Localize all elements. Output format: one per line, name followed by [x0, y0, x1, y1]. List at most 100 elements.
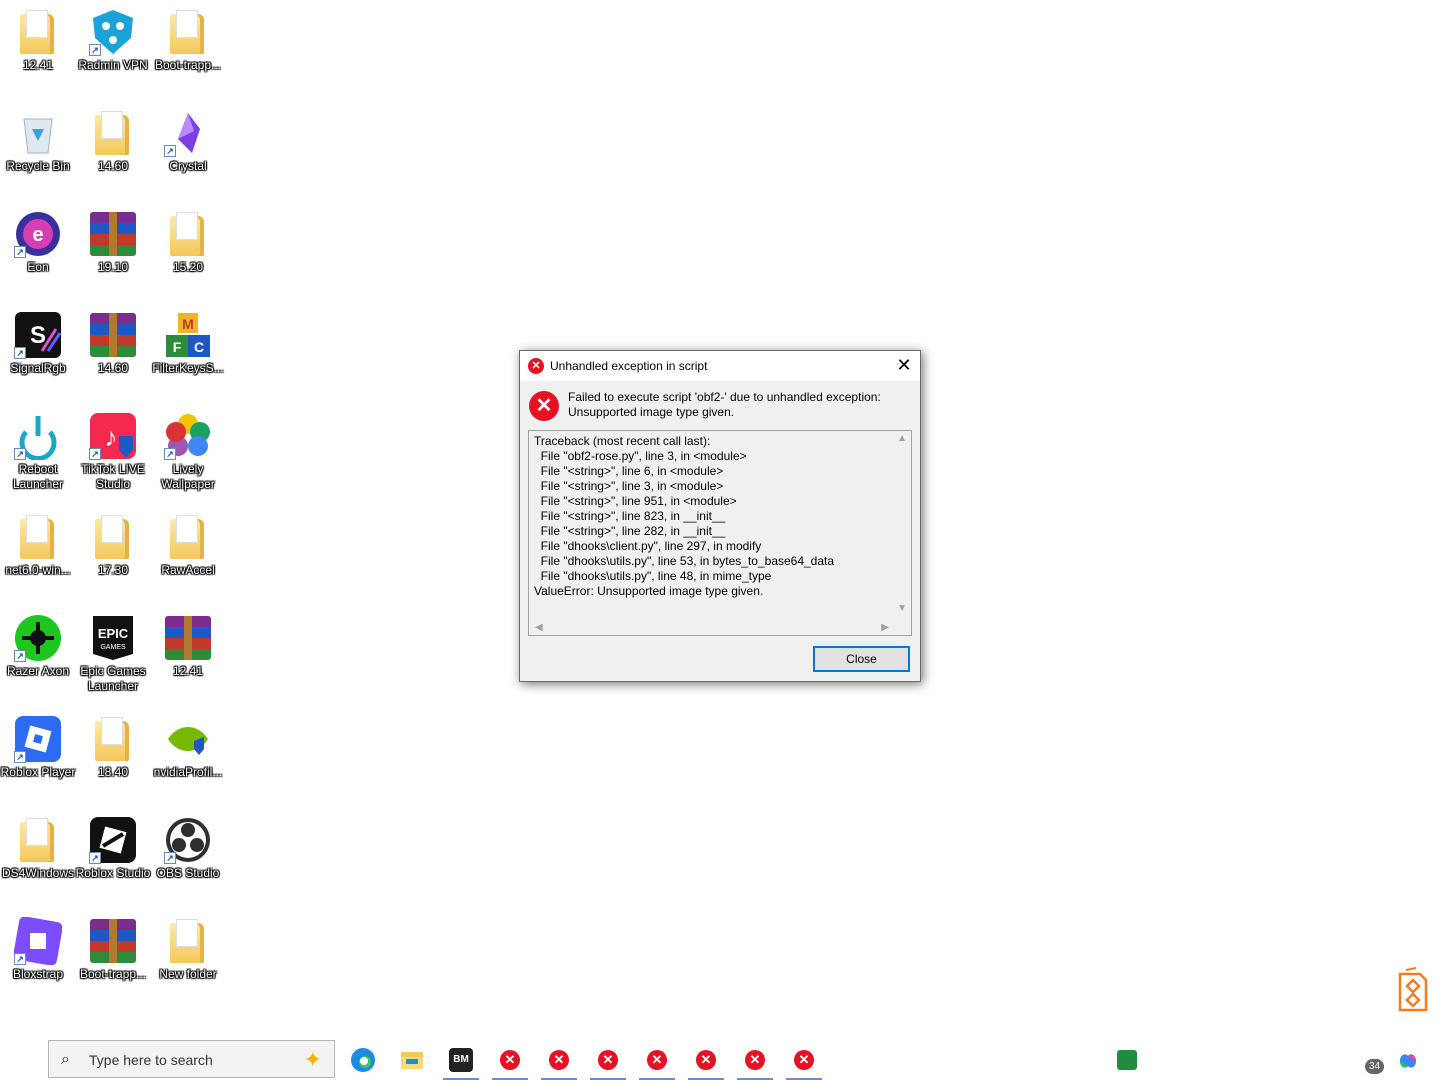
desktop-icon[interactable]: 15.20	[150, 210, 226, 275]
search-icon: ⌕	[61, 1051, 70, 1068]
desktop-icon[interactable]: 14.60	[75, 311, 151, 376]
dialog-titlebar[interactable]: ✕ Unhandled exception in script ✕	[520, 351, 920, 381]
desktop-icon-label: Crystal	[169, 159, 207, 173]
file-explorer-icon[interactable]	[392, 1042, 432, 1078]
desktop-icon[interactable]: 19.10	[75, 210, 151, 275]
desktop-icon[interactable]: M F C FilterKeysS...	[150, 311, 226, 376]
desktop-icon-label: Radmin VPN	[78, 58, 148, 72]
desktop-icon-label: Boot-trapp...	[154, 58, 222, 72]
desktop-icon[interactable]: ♪ ↗ TikTok LIVE Studio	[75, 412, 151, 492]
desktop-icon[interactable]: S ↗ SignalRgb	[0, 311, 76, 376]
scroll-right-icon[interactable]: ▶	[881, 622, 889, 633]
notification-count-badge[interactable]: 34	[1365, 1059, 1384, 1074]
desktop-icon-label: Lively Wallpaper	[161, 462, 215, 491]
desktop-icon[interactable]: DS4Windows	[0, 816, 76, 881]
copilot-icon[interactable]	[1388, 1042, 1428, 1078]
traceback-text: Traceback (most recent call last): File …	[534, 434, 835, 598]
desktop-icon[interactable]: nvidiaProfil...	[150, 715, 226, 780]
desktop-icon-label: New folder	[159, 967, 217, 981]
desktop-icon[interactable]: ↗ Razer Axon	[0, 614, 76, 679]
desktop-icon[interactable]: ↗ OBS Studio	[150, 816, 226, 881]
folder-icon	[89, 109, 137, 157]
scroll-down-icon[interactable]: ▼	[897, 603, 907, 614]
error-icon: ✕	[529, 391, 559, 421]
desktop-icon[interactable]: ↗ Crystal	[150, 109, 226, 174]
search-box[interactable]: ⌕ Type here to search ✦	[48, 1040, 335, 1078]
svg-text:F: F	[173, 339, 182, 355]
error-window-taskbar-button[interactable]: ✕	[686, 1042, 726, 1080]
scroll-up-icon[interactable]: ▲	[897, 433, 907, 444]
scroll-left-icon[interactable]: ◀	[535, 622, 543, 633]
desktop-icon[interactable]: New folder	[150, 917, 226, 982]
dialog-title: Unhandled exception in script	[550, 359, 708, 373]
signalrgb-icon: S ↗	[14, 311, 62, 359]
folder-icon	[164, 8, 212, 56]
traceback-box[interactable]: Traceback (most recent call last): File …	[528, 430, 912, 636]
error-icon: ✕	[647, 1050, 667, 1070]
desktop-icon[interactable]: ↗ Bloxstrap	[0, 916, 76, 982]
desktop-icon-label: Roblox Player	[0, 765, 76, 779]
green-app-icon[interactable]	[1107, 1042, 1147, 1078]
reboot-launcher-icon: ↗	[14, 412, 62, 462]
error-icon: ✕	[696, 1050, 716, 1070]
desktop-icon[interactable]: ↗ Roblox Studio	[75, 816, 151, 881]
desktop-icon[interactable]: 12.41	[150, 614, 226, 679]
desktop-icon-label: FilterKeysS...	[152, 361, 224, 375]
radmin-vpn-icon: ↗	[89, 8, 137, 56]
desktop-icon[interactable]: Boot-trapp...	[75, 917, 151, 982]
desktop-icon[interactable]: e ↗ Eon	[0, 210, 76, 275]
folder-icon	[14, 816, 62, 864]
edge-icon[interactable]	[343, 1042, 383, 1078]
desktop-icon-label: DS4Windows	[1, 866, 75, 880]
desktop-icon[interactable]: net6.0-win...	[0, 513, 76, 578]
app-notification-icon[interactable]	[1396, 966, 1430, 1012]
folder-icon	[164, 917, 212, 965]
desktop-icon[interactable]: 14.60	[75, 109, 151, 174]
desktop-icon-label: Razer Axon	[6, 664, 70, 678]
error-window-taskbar-button[interactable]: ✕	[637, 1042, 677, 1080]
desktop-icon-label: 17.30	[97, 563, 129, 577]
svg-text:C: C	[194, 339, 204, 355]
bm-app-icon[interactable]: BM	[441, 1042, 481, 1080]
svg-text:GAMES: GAMES	[100, 644, 126, 651]
error-icon: ✕	[500, 1050, 520, 1070]
desktop-icon-label: TikTok LIVE Studio	[81, 462, 145, 491]
filterkeys-icon: MFC	[164, 311, 212, 359]
desktop-icon[interactable]: Recycle Bin	[0, 109, 76, 174]
error-message: Failed to execute script 'obf2-' due to …	[568, 390, 881, 420]
error-window-taskbar-button[interactable]: ✕	[539, 1042, 579, 1080]
desktop-icon[interactable]: EPIC GAMES Epic Games Launcher	[75, 614, 151, 694]
winrar-icon	[89, 210, 137, 258]
svg-text:M: M	[182, 316, 194, 332]
desktop-icon-label: nvidiaProfil...	[153, 765, 223, 779]
desktop-icon[interactable]: 18.40	[75, 715, 151, 780]
close-icon[interactable]: ✕	[888, 351, 920, 381]
desktop-icon[interactable]: RawAccel	[150, 513, 226, 578]
desktop-icon[interactable]: ↗ Reboot Launcher	[0, 412, 76, 492]
desktop-icon[interactable]: ↗ Lively Wallpaper	[150, 412, 226, 492]
desktop-icon-label: Bloxstrap	[12, 967, 64, 981]
desktop-icon[interactable]: 17.30	[75, 513, 151, 578]
desktop-icon-label: 19.10	[97, 260, 129, 274]
lively-wallpaper-icon: ↗	[164, 412, 212, 460]
desktop-icon-label: RawAccel	[161, 563, 215, 577]
desktop-icon-label: Eon	[27, 260, 49, 274]
desktop-icon[interactable]: ↗ Radmin VPN	[75, 8, 151, 73]
error-window-taskbar-button[interactable]: ✕	[735, 1042, 775, 1080]
close-button[interactable]: Close	[813, 646, 910, 672]
error-window-taskbar-button[interactable]: ✕	[490, 1042, 530, 1080]
error-message-line1: Failed to execute script 'obf2-' due to …	[568, 390, 881, 404]
crystal-icon: ↗	[164, 109, 212, 157]
winrar-icon	[89, 917, 137, 965]
desktop-icon[interactable]: Boot-trapp...	[150, 8, 226, 73]
desktop-icon[interactable]: 12.41	[0, 8, 76, 73]
error-window-taskbar-button[interactable]: ✕	[588, 1042, 628, 1080]
bloxstrap-icon: ↗	[13, 916, 63, 966]
desktop-icon-label: 14.60	[97, 159, 129, 173]
winrar-icon	[89, 311, 137, 359]
desktop-icon-label: Reboot Launcher	[12, 462, 64, 491]
nvidia-icon	[164, 715, 212, 763]
desktop-icon[interactable]: ↗ Roblox Player	[0, 715, 76, 780]
desktop-icon-label: Roblox Studio	[75, 866, 151, 880]
error-window-taskbar-button[interactable]: ✕	[784, 1042, 824, 1080]
